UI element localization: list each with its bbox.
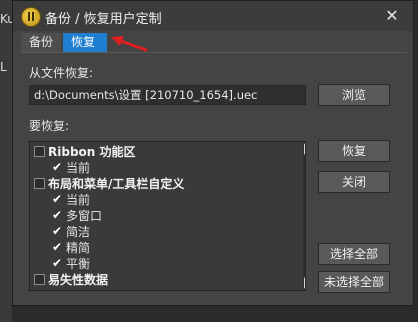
to-restore-label: 要恢复: (29, 119, 70, 133)
window-title: 备份 / 恢复用户定制 (45, 12, 162, 27)
file-path-field[interactable]: d:\Documents\设置 [210710_1654].uec (29, 85, 306, 105)
browse-button[interactable]: 浏览 (318, 84, 390, 106)
checkmark-icon[interactable]: ✔ (52, 209, 63, 221)
tree-item-label: 布局和菜单/工具栏自定义 (48, 177, 185, 191)
tree-item-label: 多窗口 (66, 209, 103, 223)
app-logo-icon (21, 7, 41, 27)
tree-item-label: 简洁 (66, 225, 91, 239)
restore-button[interactable]: 恢复 (318, 140, 390, 162)
backup-restore-dialog: 备份 / 恢复用户定制 ✕ 备份 恢复 从文件恢复: d:\Documents\… (12, 0, 414, 306)
tab-divider (21, 52, 407, 53)
tab-backup[interactable]: 备份 (21, 33, 61, 52)
annotation-arrow-icon (111, 36, 148, 52)
background-strip (0, 0, 12, 322)
checkmark-icon[interactable]: ✔ (52, 225, 63, 237)
tree-item-label: 平衡 (66, 257, 91, 271)
checkbox[interactable] (34, 274, 45, 285)
checkmark-icon[interactable]: ✔ (52, 193, 63, 205)
tree-item-label: 易失性数据 (48, 273, 109, 287)
scroll-down-icon[interactable]: ▼ (304, 277, 305, 289)
checkmark-icon[interactable]: ✔ (52, 257, 63, 269)
tree-item-label: 当前 (66, 161, 91, 175)
deselect-all-button[interactable]: 未选择全部 (318, 271, 390, 293)
tree-item-label: 当前 (66, 193, 91, 207)
scroll-thumb[interactable] (305, 158, 306, 176)
checkbox[interactable] (34, 178, 45, 189)
close-button[interactable]: 关闭 (318, 171, 390, 193)
restore-items-tree[interactable]: Ribbon 功能区 ✔ 当前 布局和菜单/工具栏自定义 ✔ 当前 ✔ 多窗口 … (29, 141, 306, 291)
tree-item-label: 精简 (66, 241, 91, 255)
tab-restore[interactable]: 恢复 (63, 33, 107, 52)
title-bar: 备份 / 恢复用户定制 ✕ (13, 1, 413, 31)
checkmark-icon[interactable]: ✔ (52, 241, 63, 253)
from-file-label: 从文件恢复: (29, 66, 94, 80)
checkmark-icon[interactable]: ✔ (52, 161, 63, 173)
tree-scrollbar[interactable]: ▲ ▼ (303, 142, 306, 290)
checkbox[interactable] (34, 146, 45, 157)
tree-item-label: Ribbon 功能区 (48, 145, 136, 159)
select-all-button[interactable]: 选择全部 (318, 243, 390, 265)
background-text-2: L (0, 60, 7, 74)
scroll-up-icon[interactable]: ▲ (304, 143, 305, 155)
close-icon[interactable]: ✕ (379, 4, 405, 28)
